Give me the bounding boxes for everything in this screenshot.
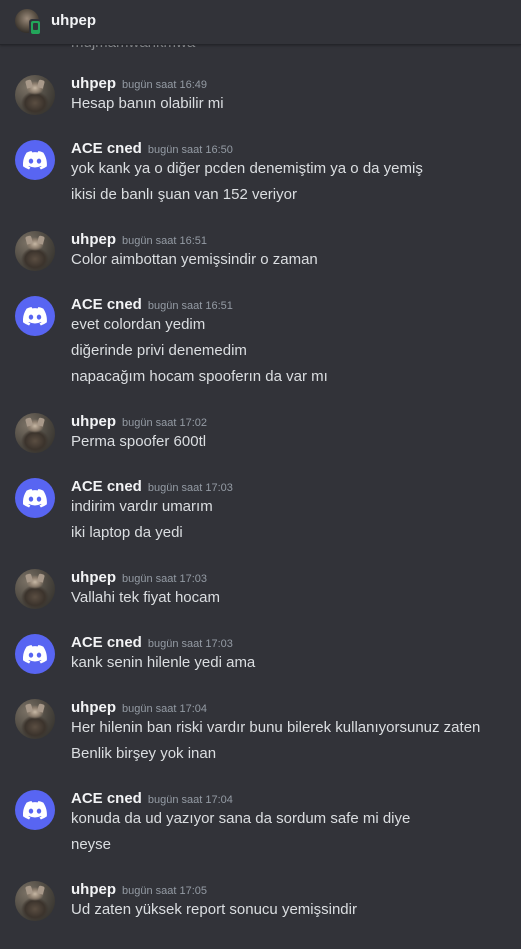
user-avatar[interactable] — [15, 75, 55, 115]
mobile-status-icon — [29, 19, 42, 36]
user-avatar[interactable] — [15, 699, 55, 739]
message-timestamp: bugün saat 16:51 — [147, 300, 233, 312]
user-avatar[interactable] — [15, 413, 55, 453]
message-text: Benlik birşey yok inan — [71, 745, 217, 762]
discord-logo-icon[interactable] — [15, 478, 55, 518]
message-author[interactable]: uhpep — [71, 75, 116, 92]
message-list: uhpep bugün saat 16:49 Hesap banın olabil… — [0, 45, 521, 949]
channel-header: uhpep — [0, 0, 521, 45]
message-text: Color aimbottan yemişsindir o zaman — [71, 251, 318, 268]
message-author[interactable]: uhpep — [71, 413, 116, 430]
message-text: Her hilenin ban riski vardır bunu bilere… — [71, 719, 481, 736]
message-text: iki laptop da yedi — [71, 524, 183, 541]
message-timestamp: bugün saat 16:50 — [147, 144, 233, 156]
message-text: napacağım hocam spooferın da var mı — [71, 368, 328, 385]
message-author[interactable]: uhpep — [71, 881, 116, 898]
user-avatar[interactable] — [15, 9, 42, 36]
message-author[interactable]: ACE cned — [71, 478, 142, 495]
message-text: Ud zaten yüksek report sonucu yemişsindi… — [71, 901, 357, 918]
user-avatar[interactable] — [15, 569, 55, 609]
message-timestamp: bugün saat 16:49 — [122, 79, 208, 91]
message-text: Hesap banın olabilir mi — [71, 95, 224, 112]
message-timestamp: bugün saat 17:02 — [122, 417, 208, 429]
message-timestamp: bugün saat 17:05 — [122, 885, 208, 897]
message-author[interactable]: ACE cned — [71, 296, 142, 313]
message-author[interactable]: ACE cned — [71, 634, 142, 651]
message-author[interactable]: ACE cned — [71, 140, 142, 157]
message-text: ikisi de banlı şuan van 152 veriyor — [71, 186, 297, 203]
message-timestamp: bugün saat 17:03 — [122, 573, 208, 585]
user-avatar[interactable] — [15, 231, 55, 271]
message-author[interactable]: uhpep — [71, 569, 116, 586]
message-text: neyse — [71, 836, 112, 853]
user-avatar[interactable] — [15, 881, 55, 921]
message-author[interactable]: uhpep — [71, 231, 116, 248]
message-timestamp: bugün saat 17:03 — [147, 482, 233, 494]
message-text: indirim vardır umarım — [71, 498, 213, 515]
discord-logo-icon[interactable] — [15, 140, 55, 180]
message-timestamp: bugün saat 16:51 — [122, 235, 208, 247]
discord-logo-icon[interactable] — [15, 634, 55, 674]
discord-logo-icon[interactable] — [15, 296, 55, 336]
message-timestamp: bugün saat 17:04 — [147, 794, 233, 806]
channel-name[interactable]: uhpep — [51, 12, 96, 29]
message-text: kank senin hilenle yedi ama — [71, 654, 256, 671]
message-author[interactable]: ACE cned — [71, 790, 142, 807]
message-text: Perma spoofer 600tl — [71, 433, 207, 450]
message-text: konuda da ud yazıyor sana da sordum safe… — [71, 810, 411, 827]
message-text: yok kank ya o diğer pcden denemiştim ya … — [71, 160, 423, 177]
message-author[interactable]: uhpep — [71, 699, 116, 716]
discord-logo-icon[interactable] — [15, 790, 55, 830]
message-timestamp: bugün saat 17:04 — [122, 703, 208, 715]
message-text: evet colordan yedim — [71, 316, 206, 333]
message-text: Vallahi tek fiyat hocam — [71, 589, 220, 606]
message-timestamp: bugün saat 17:03 — [147, 638, 233, 650]
message-text: diğerinde privi denemedim — [71, 342, 247, 359]
